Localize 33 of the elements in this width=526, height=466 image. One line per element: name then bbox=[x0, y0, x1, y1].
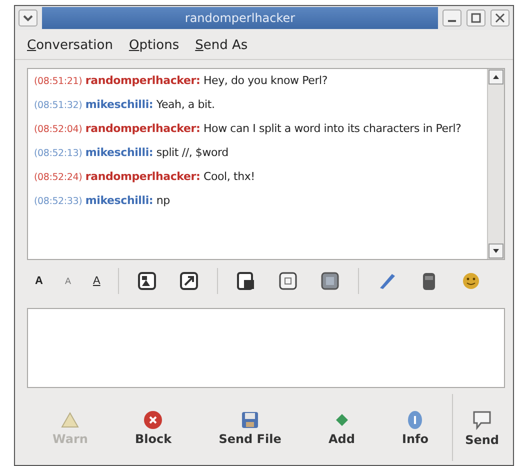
action-button[interactable]: Block bbox=[129, 408, 178, 448]
close-icon[interactable] bbox=[490, 9, 510, 27]
chat-message: (08:52:24) randomperlhacker: Cool, thx! bbox=[34, 169, 256, 185]
font-format-button[interactable]: A bbox=[29, 273, 49, 289]
send-button[interactable]: Send bbox=[459, 406, 505, 448]
warning-icon bbox=[60, 410, 80, 430]
menu-item[interactable]: Options bbox=[128, 38, 180, 53]
panel-icon[interactable] bbox=[319, 270, 342, 292]
font-format-button[interactable]: A bbox=[58, 274, 77, 288]
block-icon bbox=[143, 410, 164, 430]
menu-item[interactable]: Send As bbox=[195, 38, 248, 53]
action-button[interactable]: Add bbox=[322, 408, 361, 448]
font-format-button[interactable]: A bbox=[86, 273, 106, 289]
menu-item[interactable]: Conversation bbox=[27, 38, 113, 53]
action-button[interactable]: Info bbox=[396, 408, 435, 448]
chat-message: (08:51:21) randomperlhacker: Hey, do you know Perl? bbox=[34, 73, 329, 89]
scroll-up-icon[interactable] bbox=[488, 69, 504, 85]
window-title: randomperlhacker bbox=[184, 11, 296, 25]
window-menu-icon[interactable] bbox=[18, 9, 38, 27]
window-icon[interactable] bbox=[277, 270, 300, 292]
action-button[interactable]: Send File bbox=[212, 408, 288, 448]
image-icon[interactable] bbox=[136, 270, 158, 292]
chat-message: (08:52:04) randomperlhacker: How can I split a word into its characters in Perl? bbox=[34, 121, 462, 137]
minimize-icon[interactable] bbox=[442, 9, 462, 27]
maximize-icon[interactable] bbox=[466, 9, 486, 27]
scroll-down-icon[interactable] bbox=[488, 243, 504, 259]
speech-bubble-icon bbox=[471, 408, 494, 430]
link-icon[interactable] bbox=[178, 270, 200, 292]
scrollbar[interactable] bbox=[487, 69, 504, 259]
chat-message: (08:52:33) mikeschilli: np bbox=[34, 193, 171, 209]
chat-message: (08:51:32) mikeschilli: Yeah, a bit. bbox=[34, 97, 216, 113]
message-input[interactable] bbox=[27, 308, 505, 388]
chat-message: (08:52:13) mikeschilli: split //, $word bbox=[34, 145, 230, 161]
